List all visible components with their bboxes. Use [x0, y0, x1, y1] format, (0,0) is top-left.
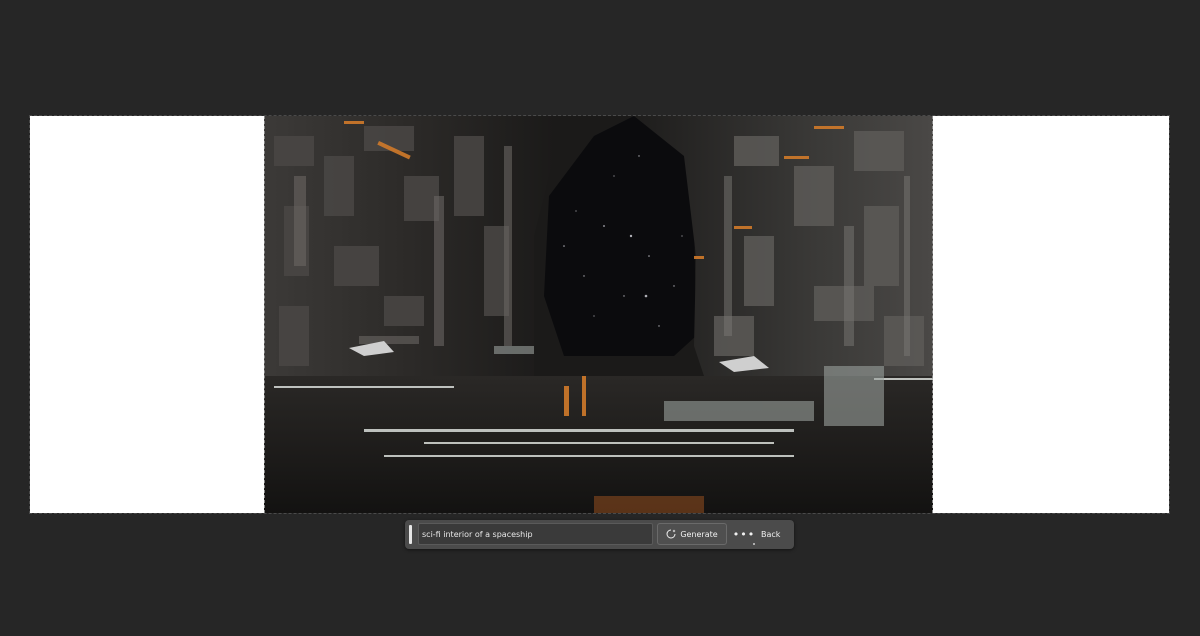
more-indicator-dot: [753, 543, 755, 545]
contextual-task-bar: Generate ••• Back: [405, 520, 794, 549]
generative-fill-icon: [666, 529, 676, 539]
generate-button[interactable]: Generate: [657, 523, 727, 545]
spaceship-interior-artwork: [264, 116, 933, 513]
generated-image-layer[interactable]: [264, 116, 933, 513]
drag-handle-icon[interactable]: [409, 525, 412, 544]
prompt-input[interactable]: [418, 523, 653, 545]
selection-marquee-right: [932, 116, 933, 513]
back-button[interactable]: Back: [761, 526, 780, 542]
selection-marquee-left: [264, 116, 265, 513]
document-workspace: Generate ••• Back: [0, 0, 1200, 636]
back-label: Back: [761, 529, 781, 539]
more-options-button[interactable]: •••: [733, 526, 755, 542]
generate-label: Generate: [680, 529, 718, 539]
more-options-icon: •••: [732, 527, 756, 541]
